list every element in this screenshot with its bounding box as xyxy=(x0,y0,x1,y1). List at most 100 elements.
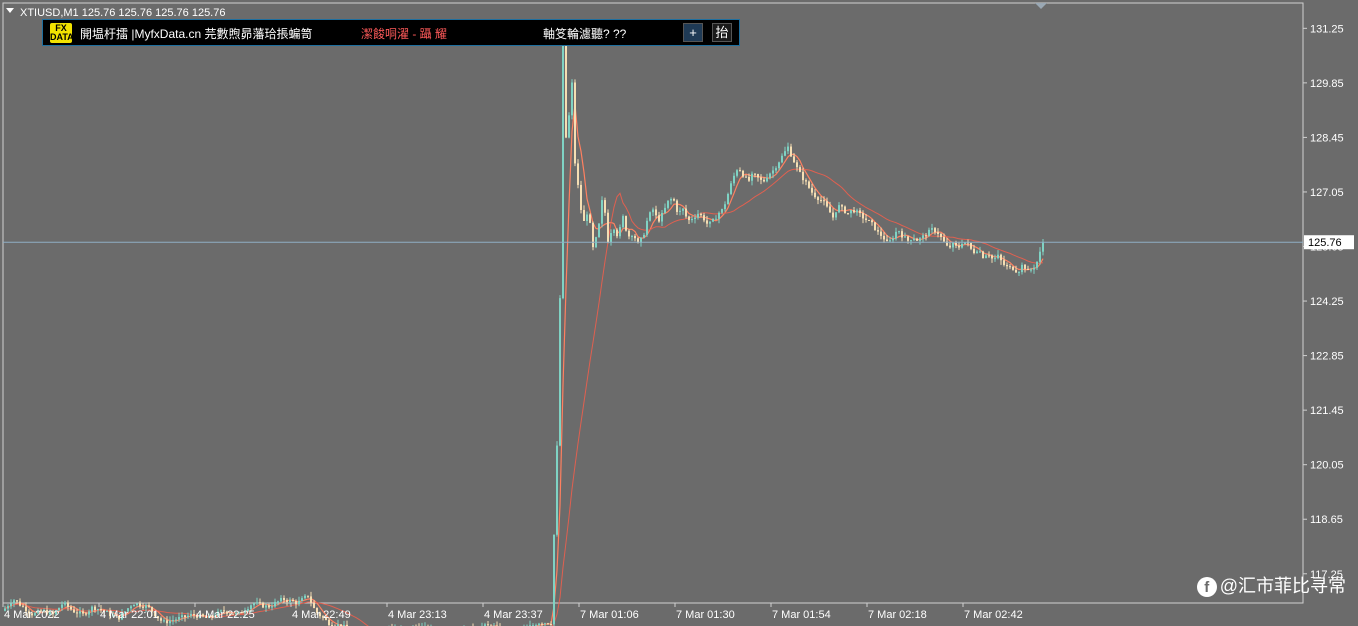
x-axis: 4 Mar 2022 4 Mar 22:01 4 Mar 22:25 4 Mar 22… xyxy=(2,603,1023,621)
candle-body xyxy=(583,209,585,221)
candle-body xyxy=(904,236,906,238)
y-tick-label: 122.85 xyxy=(1310,351,1344,363)
y-tick-label: 127.05 xyxy=(1310,187,1344,199)
candle-body xyxy=(880,231,882,236)
candle-body xyxy=(745,176,747,178)
candle-body xyxy=(88,611,90,615)
candle-body xyxy=(631,235,633,237)
candle-body xyxy=(76,612,78,614)
candle-body xyxy=(619,227,621,237)
candle-body xyxy=(538,623,540,626)
candle-body xyxy=(844,206,846,214)
candle-body xyxy=(313,602,315,609)
candle-body xyxy=(955,242,957,246)
x-tick-label: 4 Mar 22:25 xyxy=(196,609,255,621)
candle-body xyxy=(163,620,165,622)
facebook-icon: f xyxy=(1196,577,1217,598)
candle-body xyxy=(1021,264,1023,273)
candle-body xyxy=(592,222,594,248)
candle-body xyxy=(274,601,276,607)
candle-body xyxy=(757,174,759,178)
candle-body xyxy=(541,623,543,625)
candle-body xyxy=(778,162,780,169)
candle-body xyxy=(544,623,546,625)
candle-body xyxy=(733,175,735,184)
x-tick-label: 4 Mar 22:49 xyxy=(292,609,351,621)
candle-body xyxy=(604,200,606,213)
candle-body xyxy=(61,604,63,608)
candle-body xyxy=(1018,272,1020,274)
candle-body xyxy=(898,231,900,233)
candle-body xyxy=(889,240,891,242)
candle-body xyxy=(703,215,705,221)
candle-body xyxy=(820,200,822,202)
candle-body xyxy=(1027,268,1029,270)
candle-body xyxy=(832,212,834,218)
candle-body xyxy=(265,605,267,608)
y-axis: 131.25129.85128.45127.05125.65124.25122.… xyxy=(1303,23,1344,581)
candle-body xyxy=(685,208,687,217)
candle-body xyxy=(775,168,777,171)
candle-body xyxy=(769,173,771,178)
candle-body xyxy=(169,620,171,624)
candle-body xyxy=(883,235,885,240)
candle-body xyxy=(982,251,984,259)
candle-body xyxy=(691,219,693,221)
candle-body xyxy=(1012,266,1014,270)
candle-body xyxy=(667,200,669,208)
plot-area xyxy=(2,2,1304,604)
price-chart[interactable]: 131.25129.85128.45127.05125.65124.25122.… xyxy=(0,0,1358,626)
candle-body xyxy=(910,240,912,242)
candle-body xyxy=(622,216,624,228)
candle-body xyxy=(712,218,714,222)
candle-body xyxy=(85,613,87,615)
plus-button[interactable]: + xyxy=(683,23,703,42)
candle-body xyxy=(193,614,195,616)
candle-body xyxy=(16,600,18,602)
candle-body xyxy=(10,603,12,607)
candle-body xyxy=(649,212,651,221)
candle-body xyxy=(748,176,750,181)
candle-body xyxy=(835,212,837,218)
candle-body xyxy=(922,235,924,239)
candle-body xyxy=(865,218,867,220)
candle-body xyxy=(298,601,300,605)
candle-body xyxy=(814,192,816,198)
hide-button[interactable]: 抬 xyxy=(712,23,732,42)
candle-body xyxy=(874,222,876,231)
candle-body xyxy=(556,445,558,535)
candle-body xyxy=(553,534,555,625)
candle-body xyxy=(571,82,573,116)
candle-body xyxy=(175,619,177,621)
candle-body xyxy=(568,115,570,138)
candle-body xyxy=(283,597,285,601)
candle-body xyxy=(67,602,69,607)
candle-body xyxy=(907,236,909,241)
candle-body xyxy=(871,220,873,223)
watermark: f @汇市菲比寻常 xyxy=(1196,572,1346,598)
candle-body xyxy=(886,239,888,242)
candle-body xyxy=(79,611,81,614)
candle-body xyxy=(1006,264,1008,267)
candle-body xyxy=(304,595,306,599)
candle-body xyxy=(160,618,162,621)
candle-body xyxy=(841,205,843,207)
candle-body xyxy=(676,200,678,212)
candle-body xyxy=(856,210,858,213)
candle-body xyxy=(625,216,627,231)
candle-body xyxy=(307,595,309,597)
candle-body xyxy=(670,198,672,201)
candle-body xyxy=(64,602,66,605)
x-tick-label: 7 Mar 01:06 xyxy=(580,609,639,621)
candle-body xyxy=(862,213,864,219)
candle-body xyxy=(253,603,255,606)
candle-body xyxy=(763,179,765,182)
candle-body xyxy=(91,606,93,612)
candle-body xyxy=(598,223,600,238)
y-tick-label: 121.45 xyxy=(1310,405,1344,417)
candle-body xyxy=(868,219,870,221)
candle-body xyxy=(643,234,645,238)
candle-body xyxy=(901,231,903,238)
candle-body xyxy=(997,254,999,259)
banner-alert-text: 潔餕哃濯 - 躡 耀 xyxy=(361,27,447,41)
